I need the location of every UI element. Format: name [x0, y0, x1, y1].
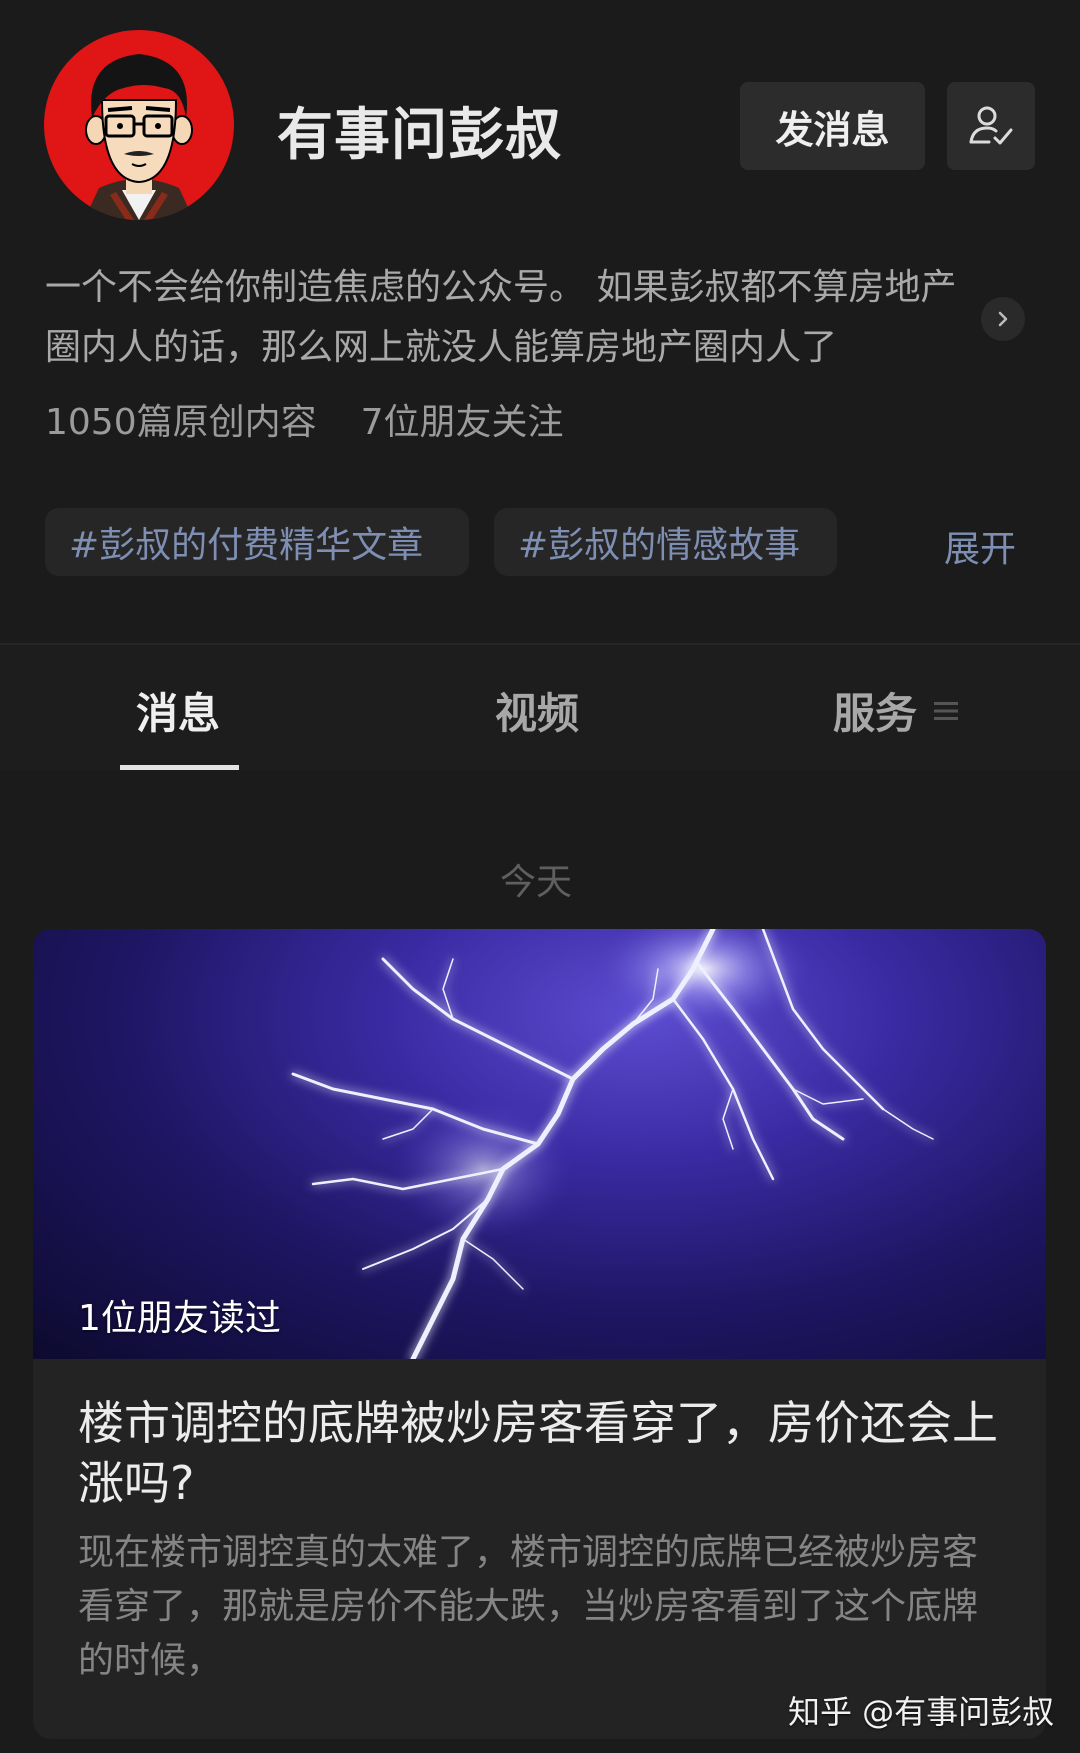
send-message-button[interactable]: 发消息 — [740, 82, 925, 170]
tag-paid-articles[interactable]: #彭叔的付费精华文章 — [45, 508, 469, 576]
tab-videos[interactable]: 视频 — [495, 680, 579, 741]
chevron-right-icon — [998, 311, 1008, 327]
follow-status-button[interactable] — [947, 82, 1035, 170]
friends-read-badge: 1位朋友读过 — [78, 1298, 281, 1339]
friends-following-count[interactable]: 7位朋友关注 — [361, 393, 564, 445]
menu-icon — [934, 701, 959, 720]
avatar[interactable] — [44, 30, 234, 220]
cartoon-face-icon — [84, 54, 194, 220]
article-summary: 现在楼市调控真的太难了，楼市调控的底牌已经被炒房客看穿了，那就是房价不能大跌，当… — [78, 1532, 979, 1681]
article-cover-image: 1位朋友读过 — [33, 929, 1046, 1359]
expand-tags-link[interactable]: 展开 — [944, 520, 1016, 572]
account-stats: 1050篇原创内容 7位朋友关注 — [45, 393, 564, 445]
article-title[interactable]: 楼市调控的底牌被炒房客看穿了，房价还会上涨吗? — [78, 1393, 1008, 1513]
account-description[interactable]: 一个不会给你制造焦虑的公众号。 如果彭叔都不算房地产圈内人的话，那么网上就没人能… — [45, 258, 975, 378]
official-account-profile-page: 有事问彭叔 发消息 一个不会给你制造焦虑的公众号。 如果彭叔都不算房地产圈内人的… — [0, 0, 1080, 1753]
tab-messages[interactable]: 消息 — [136, 680, 220, 741]
watermark: 知乎 @有事问彭叔 — [788, 1687, 1054, 1733]
tab-bar: 消息 视频 服务 — [0, 645, 1080, 770]
description-more-button[interactable] — [981, 297, 1025, 341]
tab-services[interactable]: 服务 — [833, 680, 959, 741]
user-check-icon — [969, 106, 1013, 145]
account-name: 有事问彭叔 — [277, 103, 562, 168]
watermark-text: 知乎 @有事问彭叔 — [788, 1693, 1055, 1731]
date-separator: 今天 — [500, 862, 573, 903]
article-card[interactable]: 1位朋友读过 楼市调控的底牌被炒房客看穿了，房价还会上涨吗? 现在楼市调控真的太… — [33, 929, 1046, 1739]
tab-services-label: 服务 — [833, 689, 918, 738]
active-tab-indicator — [120, 765, 239, 770]
tag-emotional-stories[interactable]: #彭叔的情感故事 — [494, 508, 837, 576]
original-content-count: 1050篇原创内容 — [45, 402, 317, 443]
